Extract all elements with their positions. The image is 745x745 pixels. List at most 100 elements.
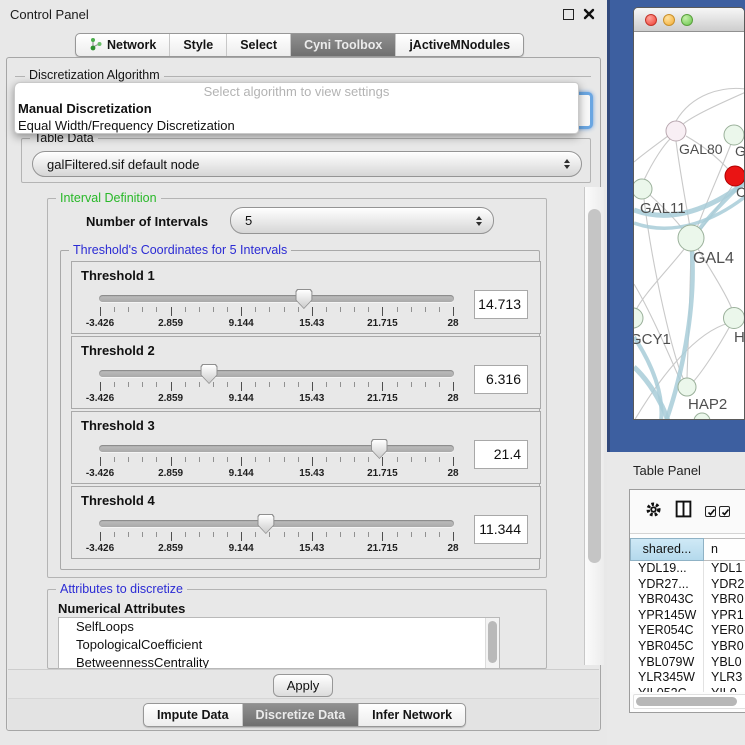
tab-label: jActiveMNodules <box>409 38 510 52</box>
algorithm-option-manual[interactable]: Manual Discretization <box>15 100 578 117</box>
tab-label: Cyni Toolbox <box>304 38 382 52</box>
network-node[interactable] <box>634 308 643 328</box>
cyni-toolbox-pane: Discretization Algorithm Select algorith… <box>6 57 601 731</box>
table-row[interactable]: YBR043CYBR0 <box>630 592 745 608</box>
network-node-label: GAL4 <box>693 250 734 267</box>
table-horizontal-scrollbar[interactable] <box>633 694 745 709</box>
attributes-group-label: Attributes to discretize <box>56 582 187 596</box>
tab-label: Style <box>183 38 213 52</box>
network-node-label: HAP2 <box>688 396 727 413</box>
network-canvas[interactable]: GAL80G.CGAL11GAL4GCY1HHAP2 <box>634 32 744 419</box>
network-node[interactable] <box>634 179 652 199</box>
tab-network[interactable]: Network <box>76 34 169 56</box>
network-node[interactable] <box>724 308 745 329</box>
checkbox-checked-icon <box>719 506 730 517</box>
network-edge <box>644 139 670 180</box>
interval-definition-group: Interval Definition Number of Intervals … <box>47 198 547 578</box>
algorithm-group-label: Discretization Algorithm <box>25 68 164 82</box>
table-row[interactable]: YDR27...YDR2 <box>630 577 745 593</box>
cell-shared-name: YDL19... <box>630 561 704 577</box>
tab-jactivemnodules[interactable]: jActiveMNodules <box>395 34 523 56</box>
table-row[interactable]: YER054CYER0 <box>630 623 745 639</box>
tab-select[interactable]: Select <box>226 34 290 56</box>
cell-name: YLR3 <box>704 670 745 686</box>
algorithm-option-equal-width[interactable]: Equal Width/Frequency Discretization <box>15 117 578 134</box>
cell-name: YPR1 <box>704 608 745 624</box>
network-node[interactable] <box>724 125 744 145</box>
network-window-titlebar[interactable] <box>634 8 744 32</box>
window-close-icon[interactable] <box>645 14 657 26</box>
network-node-label: GAL11 <box>640 200 686 217</box>
table-row[interactable]: YDL19...YDL1 <box>630 561 745 577</box>
control-panel-title: Control Panel <box>10 7 89 22</box>
table-row[interactable]: YPR145WYPR1 <box>630 608 745 624</box>
cell-name: YBR0 <box>704 592 745 608</box>
table-panel-title: Table Panel <box>633 463 701 478</box>
cell-name: YIL0 <box>704 686 745 692</box>
apply-button[interactable]: Apply <box>273 674 333 697</box>
tab-cyni-toolbox[interactable]: Cyni Toolbox <box>290 34 395 56</box>
tab-label: Network <box>107 38 156 52</box>
num-intervals-combobox[interactable]: 5 <box>230 207 494 234</box>
network-node-label: H <box>734 329 745 346</box>
tab-label: Select <box>240 38 277 52</box>
cell-shared-name: YIL052C <box>630 686 704 692</box>
combo-arrows-icon <box>564 159 570 169</box>
network-edge <box>634 136 668 162</box>
content-vertical-scrollbar[interactable] <box>584 187 604 665</box>
cell-shared-name: YBR045C <box>630 639 704 655</box>
table-row[interactable]: YBR045CYBR0 <box>630 639 745 655</box>
attributes-listbox[interactable]: SelfLoopsTopologicalCoefficientBetweenne… <box>58 617 500 669</box>
window-zoom-icon[interactable] <box>681 14 693 26</box>
gear-icon[interactable] <box>645 501 662 523</box>
num-intervals-label: Number of Intervals <box>86 214 208 229</box>
cell-name: YDL1 <box>704 561 745 577</box>
attribute-list-item[interactable]: SelfLoops <box>59 618 499 636</box>
columns-icon[interactable] <box>675 500 692 523</box>
thresholds-group: Threshold's Coordinates for 5 Intervals <box>60 250 540 570</box>
network-icon <box>89 37 102 54</box>
window-minimize-icon[interactable] <box>663 14 675 26</box>
table-data-selected-value: galFiltered.sif default node <box>47 157 199 172</box>
tab-style[interactable]: Style <box>169 34 226 56</box>
network-node-label: C <box>736 184 745 200</box>
checkbox-filter-icons[interactable] <box>705 506 730 517</box>
table-rows: YDL19...YDL1YDR27...YDR2YBR043CYBR0YPR14… <box>630 561 745 692</box>
numerical-attributes-label: Numerical Attributes <box>58 601 185 616</box>
attributes-group: Attributes to discretize Numerical Attri… <box>47 589 547 669</box>
network-node[interactable] <box>694 413 710 420</box>
algorithm-popup: Select algorithm to view settings Manual… <box>14 82 579 134</box>
column-header-shared-name[interactable]: shared... <box>630 538 704 561</box>
tab-discretize-data[interactable]: Discretize Data <box>242 704 359 726</box>
tab-infer-network[interactable]: Infer Network <box>358 704 465 726</box>
control-panel-tabs: Network Style Select Cyni Toolbox jActiveMNo… <box>75 33 524 57</box>
screen: Control Panel Network Style Select Cyni Too… <box>0 0 745 745</box>
checkbox-checked-icon <box>705 506 716 517</box>
tab-label: Impute Data <box>157 708 229 722</box>
network-node[interactable] <box>678 378 696 396</box>
cyni-bottom-tabs: Impute Data Discretize DataInfer Network <box>143 703 466 727</box>
attribute-list-item[interactable]: TopologicalCoefficient <box>59 636 499 654</box>
network-node[interactable] <box>666 121 686 141</box>
tab-impute-data[interactable]: Impute Data <box>144 704 242 726</box>
float-panel-icon[interactable] <box>563 9 574 20</box>
network-edge <box>682 92 745 125</box>
table-data-combobox[interactable]: galFiltered.sif default node <box>32 151 582 177</box>
table-row[interactable]: YBL079WYBL0 <box>630 655 745 671</box>
network-node[interactable] <box>678 225 704 251</box>
column-header-name[interactable]: n <box>704 538 745 561</box>
spinner-arrows-icon <box>476 216 482 226</box>
table-row[interactable]: YLR345WYLR3 <box>630 670 745 686</box>
algorithm-popup-prompt: Select algorithm to view settings <box>15 84 578 100</box>
attribute-list-item[interactable]: BetweennessCentrality <box>59 654 499 669</box>
cell-shared-name: YDR27... <box>630 577 704 593</box>
network-node-label: GAL80 <box>679 141 723 157</box>
table-row[interactable]: YIL052CYIL0 <box>630 686 745 692</box>
network-node[interactable] <box>725 166 745 186</box>
close-panel-icon[interactable] <box>582 7 596 21</box>
cell-shared-name: YLR345W <box>630 670 704 686</box>
attributes-list-scrollbar[interactable] <box>485 618 499 668</box>
network-node-label: GCY1 <box>634 331 671 348</box>
cell-shared-name: YER054C <box>630 623 704 639</box>
thresholds-group-label: Threshold's Coordinates for 5 Intervals <box>69 243 291 257</box>
